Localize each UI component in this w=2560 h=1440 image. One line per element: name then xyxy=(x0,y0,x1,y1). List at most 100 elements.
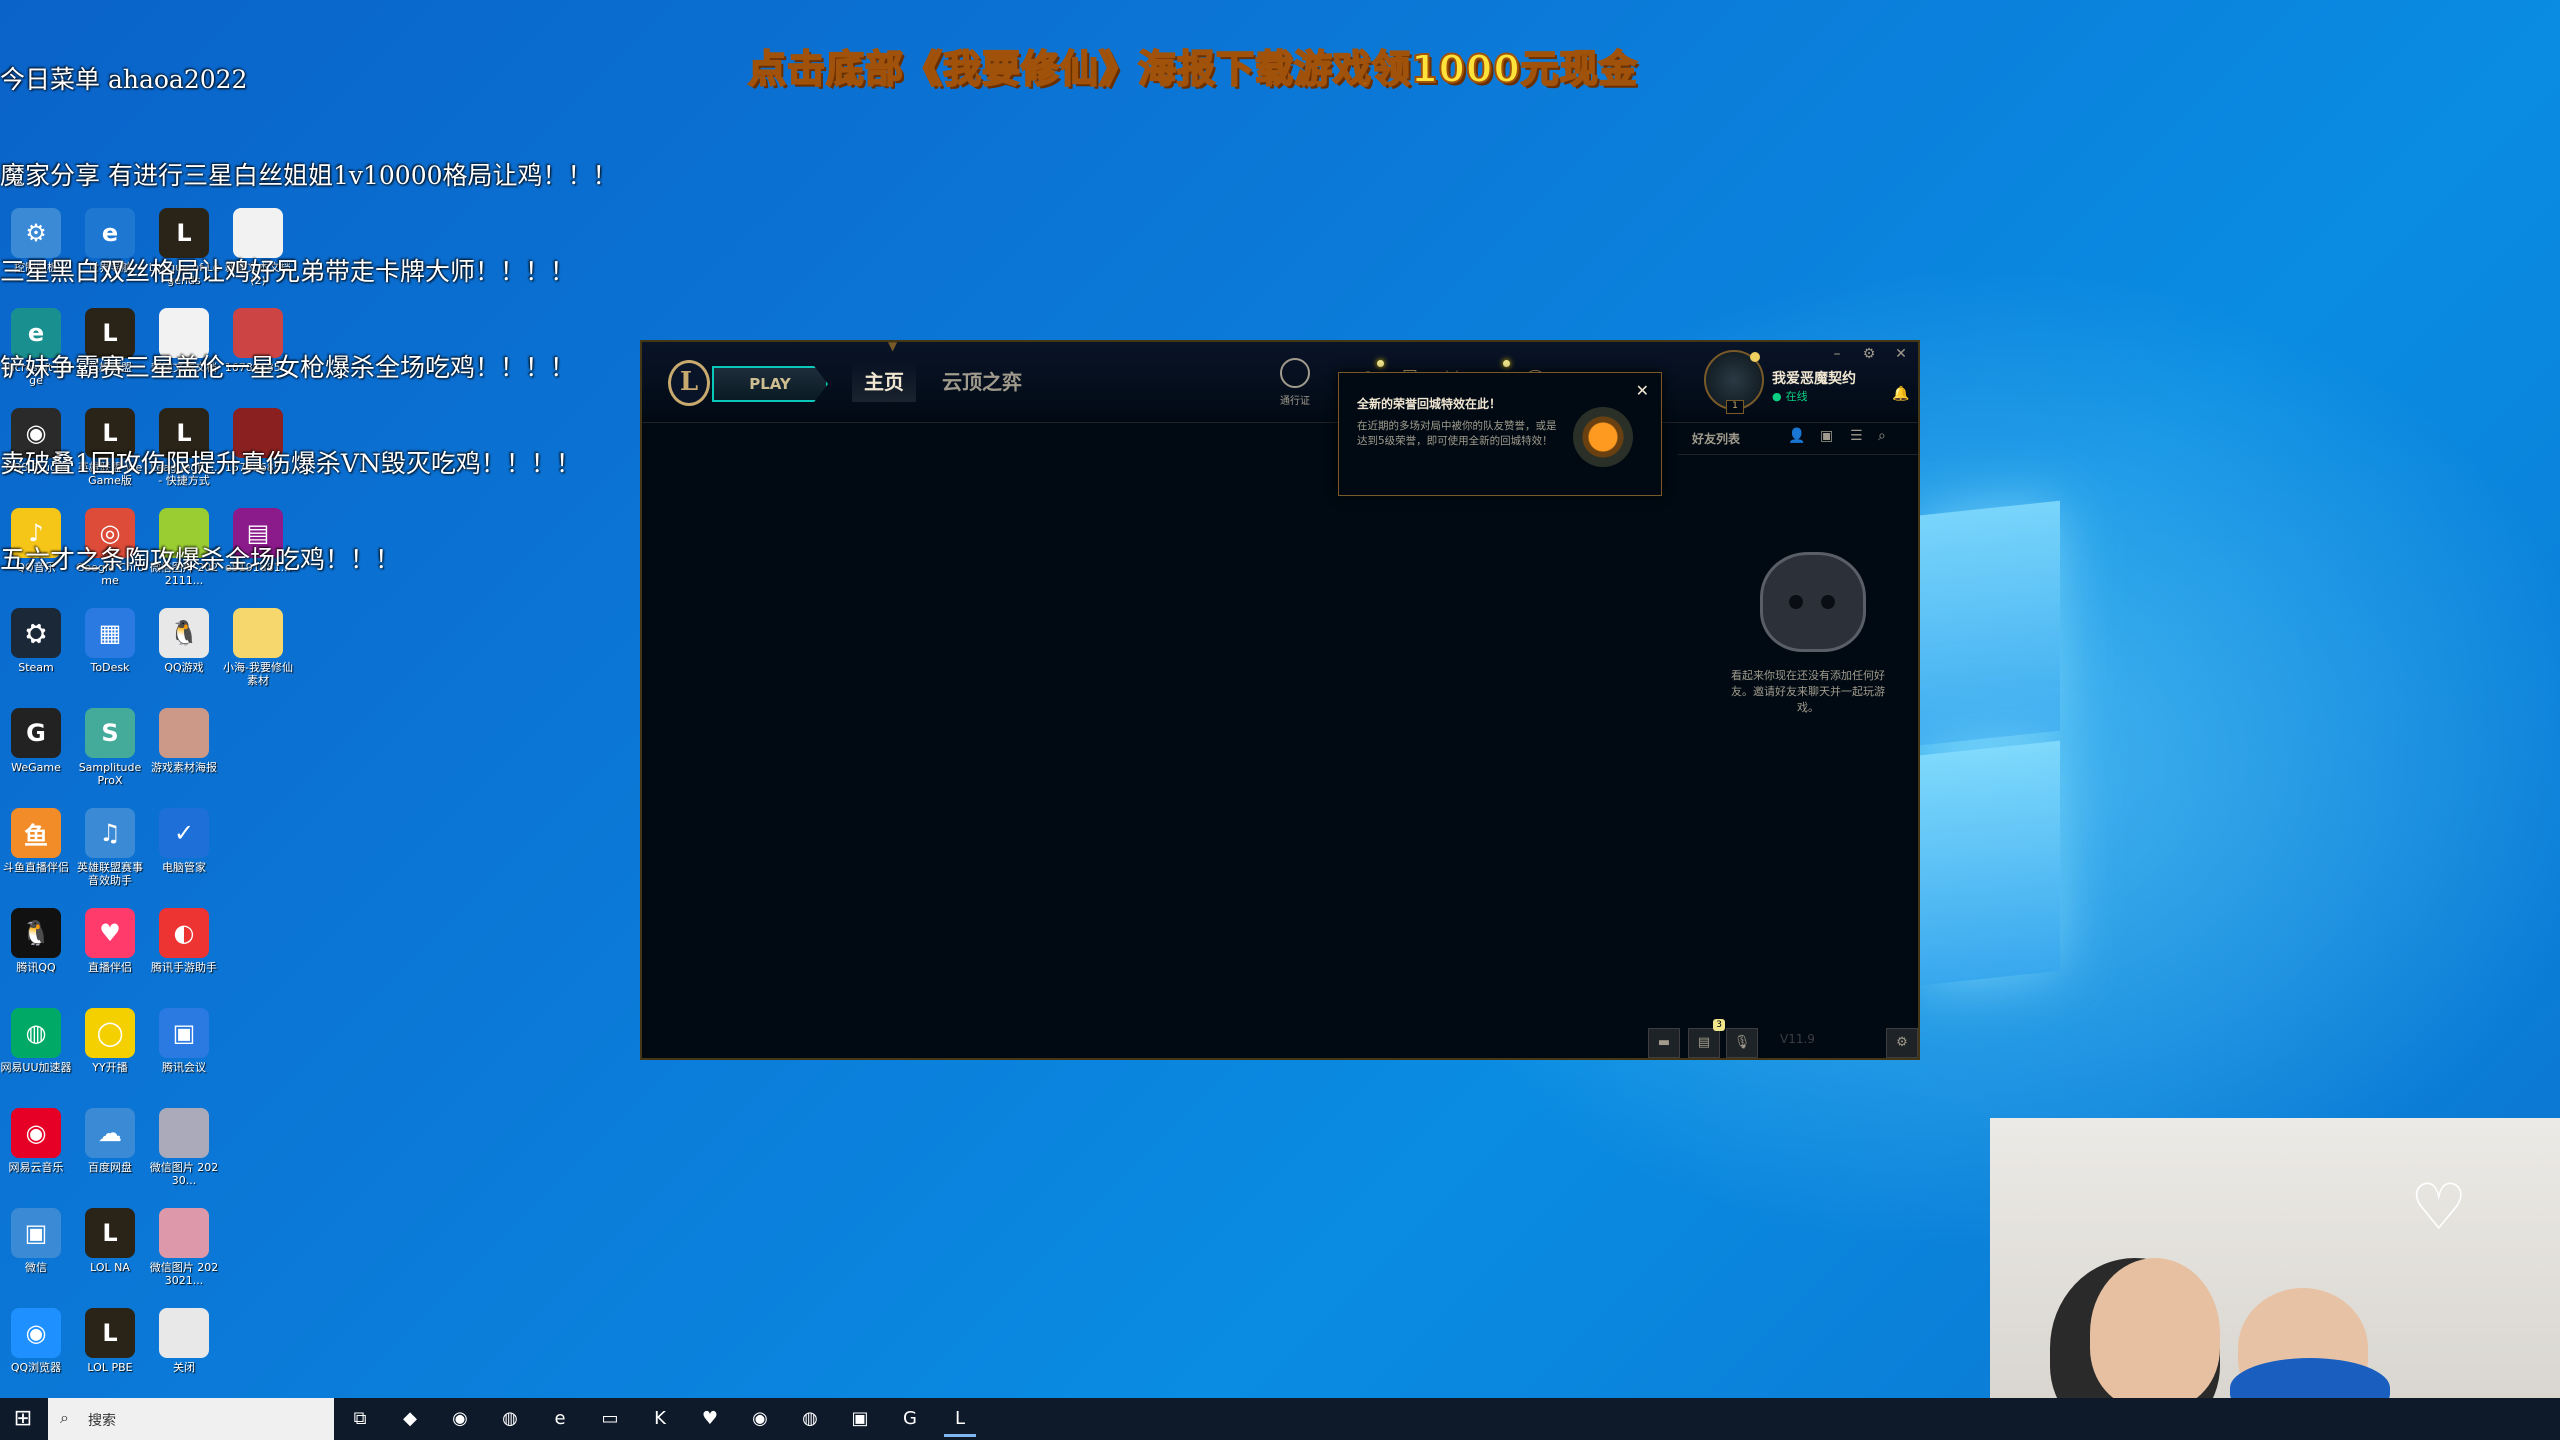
desktop-icon-label: 百度网盘 xyxy=(88,1161,132,1174)
music-note-icon: ♫ xyxy=(85,808,135,858)
popup-title: 全新的荣誉回城特效在此！ xyxy=(1357,397,1502,411)
start-button-icon[interactable]: ⊞ xyxy=(0,1398,46,1440)
search-input[interactable]: 搜索 xyxy=(88,1410,116,1430)
steam-icon: ⛭ xyxy=(11,608,61,658)
list-view-icon[interactable]: ☰ xyxy=(1850,428,1863,444)
wegame-icon[interactable]: G xyxy=(894,1404,926,1434)
play-button[interactable]: PLAY xyxy=(712,366,828,402)
desktop-icon-label: 网易UU加速器 xyxy=(0,1061,72,1074)
app-icon[interactable]: ◆ xyxy=(394,1404,426,1434)
client-topbar: L PLAY ▼ 主页 云顶之弈 通行证 ◉ ⛉ ⚔ ⌂ ⛁ 0 1 我爱恶魔契… xyxy=(642,340,1918,423)
player-name[interactable]: 我爱恶魔契约 xyxy=(1772,368,1856,388)
desktop-icon[interactable]: ◐ 腾讯手游助手 xyxy=(148,908,220,974)
honor-gem-icon xyxy=(1750,352,1760,362)
desktop-icon-label: 英雄联盟赛事音效助手 xyxy=(77,861,143,887)
webcam-overlay: ♡ xyxy=(1990,1118,2560,1398)
desktop-icon-label: 斗鱼直播伴侣 xyxy=(3,861,69,874)
notif-count: 3 xyxy=(1713,1019,1725,1031)
desktop-icon[interactable]: ◯ YY开播 xyxy=(74,1008,146,1074)
desktop-icon[interactable]: L LOL NA xyxy=(74,1208,146,1274)
netease-music-icon[interactable]: ◉ xyxy=(744,1404,776,1434)
lol-logo-icon[interactable]: L xyxy=(668,360,710,406)
tab-home[interactable]: 主页 xyxy=(852,362,916,402)
desktop-icon[interactable]: ✓ 电脑管家 xyxy=(148,808,220,874)
lol-client-window: L PLAY ▼ 主页 云顶之弈 通行证 ◉ ⛉ ⚔ ⌂ ⛁ 0 1 我爱恶魔契… xyxy=(640,340,1920,1060)
add-folder-icon[interactable]: ▣ xyxy=(1820,428,1833,444)
desktop-icon-label: Steam xyxy=(18,661,54,674)
tab-tft[interactable]: 云顶之弈 xyxy=(942,362,1022,402)
desktop-icon[interactable]: 小海-我要修仙素材 xyxy=(222,608,294,687)
live-assistant-icon: ♥ xyxy=(85,908,135,958)
desktop-icon[interactable]: ⛭ Steam xyxy=(0,608,72,674)
desktop-icon[interactable]: 游戏素材海报 xyxy=(148,708,220,774)
desktop-icon-label: YY开播 xyxy=(92,1061,128,1074)
taskbar-search[interactable]: ⌕ 搜索 xyxy=(48,1398,334,1440)
danmaku-line: 魔家分享 有进行三星白丝姐姐1v10000格局让鸡！！！ xyxy=(0,161,618,190)
avatar[interactable]: 1 xyxy=(1704,350,1764,414)
friends-header: 好友列表 👤 ▣ ☰ ⌕ xyxy=(1678,424,1918,455)
desktop-icon[interactable]: 🐧 腾讯QQ xyxy=(0,908,72,974)
danmaku-line: 卖破叠1回攻伤限提升真伤爆杀VN毁灭吃鸡！！！！ xyxy=(0,449,581,478)
live-assistant-icon[interactable]: ♥ xyxy=(694,1404,726,1434)
friends-title: 好友列表 xyxy=(1692,432,1741,446)
desktop-icon[interactable]: S Samplitude ProX xyxy=(74,708,146,787)
pass-label: 通行证 xyxy=(1280,396,1310,407)
close-icon[interactable]: ✕ xyxy=(1892,346,1910,362)
desktop-icon[interactable]: 鱼斗鱼直播伴侣 xyxy=(0,808,72,874)
desktop-icon[interactable]: ◍ 网易UU加速器 xyxy=(0,1008,72,1074)
desktop-icon[interactable]: ♥ 直播伴侣 xyxy=(74,908,146,974)
desktop-icon[interactable]: 关闭 xyxy=(148,1308,220,1374)
desktop-icon-label: LOL NA xyxy=(90,1261,130,1274)
photos-icon[interactable]: ▣ xyxy=(844,1404,876,1434)
settings-gear-icon[interactable]: ⚙ xyxy=(1860,346,1878,362)
desktop-icon-label: 微信图片 20230... xyxy=(149,1161,219,1187)
lol-icon: L xyxy=(85,1308,135,1358)
search-icon[interactable]: ⌕ xyxy=(1878,428,1886,444)
chat-icon[interactable]: ▬ xyxy=(1648,1028,1680,1058)
image-file-icon xyxy=(159,1208,209,1258)
edge-icon[interactable]: e xyxy=(544,1404,576,1434)
pc-manager-icon: ✓ xyxy=(159,808,209,858)
lol-client-icon[interactable]: L xyxy=(944,1404,976,1437)
desktop-icon[interactable]: ☁ 百度网盘 xyxy=(74,1108,146,1174)
task-view-icon[interactable]: ⧉ xyxy=(344,1404,376,1434)
file-explorer-icon[interactable]: ▭ xyxy=(594,1404,626,1434)
desktop-icon[interactable]: ◉ QQ浏览器 xyxy=(0,1308,72,1374)
desktop-icon-label: WeGame xyxy=(11,761,61,774)
desktop-icon[interactable]: 🐧 QQ游戏 xyxy=(148,608,220,674)
desktop-icon[interactable]: 微信图片 20230... xyxy=(148,1108,220,1187)
desktop-icon[interactable]: ▦ ToDesk xyxy=(74,608,146,674)
notifications-icon[interactable]: ▤ 3 xyxy=(1688,1019,1725,1058)
desktop-icon[interactable]: L LOL PBE xyxy=(74,1308,146,1374)
minimize-icon[interactable]: – xyxy=(1828,346,1846,362)
qq-icon: 🐧 xyxy=(11,908,61,958)
voice-mic-icon[interactable]: 🎙 xyxy=(1726,1028,1758,1058)
desktop-icon[interactable]: ▣ 微信 xyxy=(0,1208,72,1274)
desktop-icon-label: 关闭 xyxy=(173,1361,195,1374)
pass-button[interactable]: 通行证 xyxy=(1274,358,1316,407)
uu-icon[interactable]: ◍ xyxy=(794,1404,826,1434)
folder-icon xyxy=(233,608,283,658)
danmaku-overlay: 今日菜单 ahaoa2022 魔家分享 有进行三星白丝姐姐1v10000格局让鸡… xyxy=(0,0,618,608)
desktop-icon-label: 腾讯会议 xyxy=(162,1061,206,1074)
desktop-icon[interactable]: ◉ 网易云音乐 xyxy=(0,1108,72,1174)
desktop-icon[interactable]: ▣ 腾讯会议 xyxy=(148,1008,220,1074)
desktop-icon[interactable]: 微信图片 2023021... xyxy=(148,1208,220,1287)
player-status[interactable]: 在线 xyxy=(1772,388,1808,404)
desktop-icon-label: Samplitude ProX xyxy=(78,761,142,787)
notification-bell-icon[interactable]: 🔔 xyxy=(1892,386,1910,402)
qq-browser-icon[interactable]: ◍ xyxy=(494,1404,526,1434)
kugou-icon[interactable]: K xyxy=(644,1404,676,1434)
client-version: V11.9 xyxy=(1780,1032,1815,1046)
honor-badge-icon xyxy=(1573,407,1633,467)
wechat-icon: ▣ xyxy=(11,1208,61,1258)
popup-close-icon[interactable]: ✕ xyxy=(1636,381,1649,400)
desktop-icon[interactable]: G WeGame xyxy=(0,708,72,774)
add-friend-icon[interactable]: 👤 xyxy=(1788,428,1805,444)
promo-banner: 点击底部《我要修仙》海报下载游戏领1000元现金 xyxy=(747,46,1638,92)
obs-icon[interactable]: ◉ xyxy=(444,1404,476,1434)
help-gear-icon[interactable]: ⚙ xyxy=(1886,1028,1918,1058)
desktop-icon[interactable]: ♫ 英雄联盟赛事音效助手 xyxy=(74,808,146,887)
player-level: 1 xyxy=(1726,400,1744,414)
wegame-icon: G xyxy=(11,708,61,758)
